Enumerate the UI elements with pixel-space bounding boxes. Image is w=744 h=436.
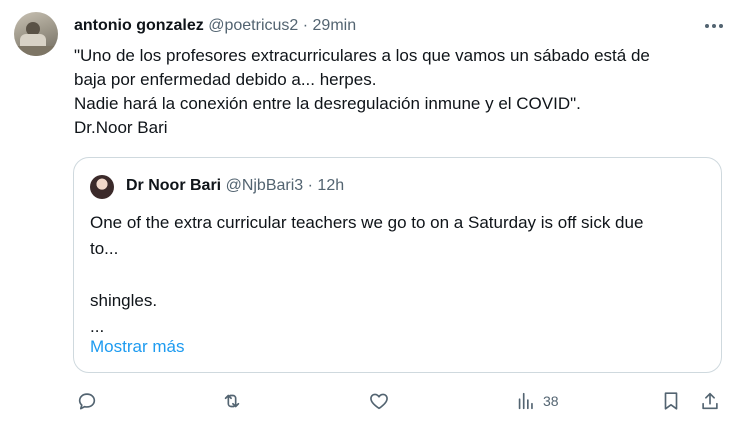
quoted-text-line bbox=[90, 262, 710, 288]
author-handle[interactable]: @poetricus2 bbox=[208, 17, 298, 34]
action-bar: 38 bbox=[0, 386, 744, 416]
show-more-link[interactable]: Mostrar más bbox=[90, 336, 184, 358]
quoted-separator: · bbox=[307, 177, 313, 194]
quoted-text: One of the extra curricular teachers we … bbox=[90, 210, 710, 340]
retweet-button[interactable] bbox=[221, 386, 243, 416]
views-icon bbox=[518, 392, 533, 410]
tweet-text-line: "Uno de los profesores extracurriculares… bbox=[74, 46, 650, 65]
tweet-text-line: Nadie hará la conexión entre la desregul… bbox=[74, 94, 581, 113]
quoted-text-line: One of the extra curricular teachers we … bbox=[90, 213, 644, 232]
reply-button[interactable] bbox=[76, 386, 98, 416]
bookmark-button[interactable] bbox=[660, 386, 682, 416]
quoted-author-name: Dr Noor Bari bbox=[126, 177, 222, 194]
views-button[interactable]: 38 bbox=[515, 386, 559, 416]
quoted-text-line: to... bbox=[90, 239, 119, 258]
quoted-author-handle: @NjbBari3 bbox=[225, 177, 304, 194]
bookmark-icon bbox=[664, 392, 678, 410]
quoted-tweet[interactable]: Dr Noor Bari @NjbBari3 · 12h One of the … bbox=[73, 157, 722, 373]
heart-icon bbox=[370, 393, 388, 410]
share-button[interactable] bbox=[699, 386, 721, 416]
retweet-icon bbox=[224, 394, 240, 408]
quoted-time: 12h bbox=[317, 177, 345, 194]
quoted-avatar[interactable] bbox=[90, 175, 114, 199]
more-dots-icon bbox=[705, 24, 709, 28]
author-name[interactable]: antonio gonzalez bbox=[74, 17, 204, 34]
reply-icon bbox=[78, 393, 96, 410]
views-count: 38 bbox=[543, 393, 559, 409]
quoted-text-line: shingles. bbox=[90, 291, 158, 310]
more-options-button[interactable] bbox=[702, 14, 726, 38]
tweet-text-line: Dr.Noor Bari bbox=[74, 118, 168, 137]
tweet[interactable]: antonio gonzalez @poetricus2 · 29min "Un… bbox=[0, 0, 744, 436]
tweet-time[interactable]: 29min bbox=[313, 17, 357, 34]
quoted-header: Dr Noor Bari @NjbBari3 · 12h bbox=[126, 176, 344, 196]
tweet-text-line: baja por enfermedad debido a... herpes. bbox=[74, 70, 377, 89]
avatar[interactable] bbox=[14, 12, 58, 56]
like-button[interactable] bbox=[368, 386, 390, 416]
header-separator: · bbox=[302, 17, 309, 34]
tweet-header: antonio gonzalez @poetricus2 · 29min bbox=[74, 16, 356, 36]
tweet-text: "Uno de los profesores extracurriculares… bbox=[74, 44, 724, 140]
share-icon bbox=[702, 392, 718, 410]
